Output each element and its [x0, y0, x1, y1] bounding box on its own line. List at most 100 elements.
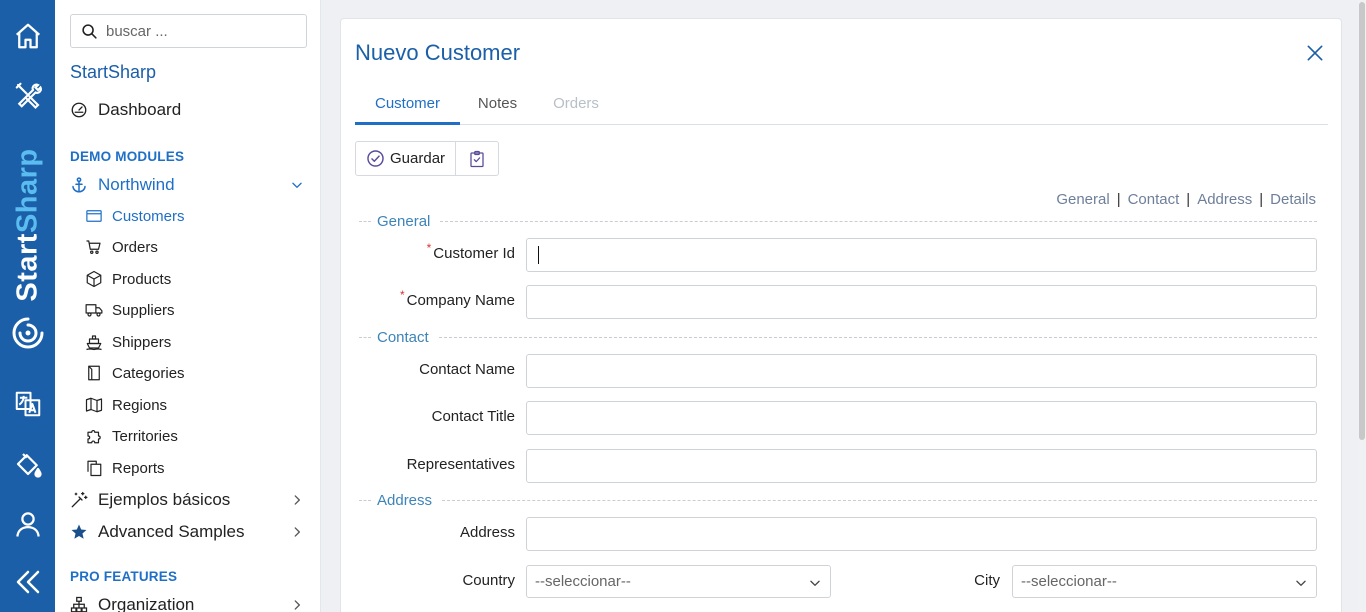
sidebar-item-products[interactable]: Products	[85, 268, 171, 290]
nav-basic-samples-label: Ejemplos básicos	[98, 490, 231, 509]
company-name-input[interactable]	[526, 285, 1317, 319]
contact-title-label: Contact Title	[431, 408, 515, 425]
category-general: General	[359, 212, 1317, 230]
icon-rail: StartSharp	[0, 0, 55, 612]
address-input[interactable]	[526, 517, 1317, 551]
country-select-value: --seleccionar--	[535, 573, 631, 590]
representatives-label: Representatives	[406, 456, 515, 473]
box-icon	[86, 270, 102, 288]
city-select-value: --seleccionar--	[1021, 573, 1117, 590]
company-name-label: * Company Name	[399, 288, 515, 309]
category-address-title: Address	[377, 491, 433, 509]
magic-wand-icon	[71, 491, 88, 508]
home-button[interactable]	[0, 16, 55, 56]
jump-contact[interactable]: Contact	[1128, 191, 1180, 208]
clipboard-check-icon	[470, 150, 484, 167]
category-address: Address	[359, 491, 1317, 509]
nav-dashboard[interactable]: Dashboard	[70, 99, 181, 121]
sidebar-item-label: Categories	[112, 364, 185, 382]
sidebar-item-customers[interactable]: Customers	[85, 205, 185, 227]
brand-sharp-text: Sharp	[11, 148, 44, 234]
nav-organization-label: Organization	[98, 595, 195, 612]
category-general-title: General	[377, 212, 431, 230]
contact-title-input[interactable]	[526, 401, 1317, 435]
map-icon	[85, 397, 103, 413]
jump-address[interactable]: Address	[1197, 191, 1252, 208]
sidebar-item-label: Customers	[112, 207, 185, 225]
sidebar-item-label: Orders	[112, 238, 158, 256]
apply-changes-button[interactable]	[456, 142, 498, 175]
user-button[interactable]	[0, 504, 55, 544]
nav-dashboard-label: Dashboard	[98, 100, 182, 119]
save-button[interactable]: Guardar	[356, 142, 457, 175]
city-select[interactable]: --seleccionar--	[1012, 565, 1317, 598]
nav-advanced-samples[interactable]: Advanced Samples	[70, 521, 306, 543]
sidebar-item-reports[interactable]: Reports	[85, 457, 165, 479]
double-chevron-left-icon	[16, 570, 39, 594]
dialog-title: Nuevo Customer	[355, 40, 521, 65]
close-icon[interactable]	[1305, 43, 1325, 63]
customer-id-label: * Customer Id	[426, 241, 515, 262]
app-name: StartSharp	[70, 62, 157, 82]
sidebar-item-label: Shippers	[112, 333, 172, 351]
tools-button[interactable]	[0, 75, 55, 115]
tools-icon	[15, 82, 42, 110]
sidebar-item-orders[interactable]: Orders	[85, 236, 158, 258]
sidebar-item-suppliers[interactable]: Suppliers	[85, 299, 175, 321]
copy-report-icon	[87, 460, 102, 477]
contact-name-input[interactable]	[526, 354, 1317, 388]
chevron-right-icon	[294, 495, 300, 505]
sidebar-item-regions[interactable]: Regions	[85, 394, 167, 416]
contact-name-label: Contact Name	[419, 361, 515, 378]
nav-northwind-label: Northwind	[98, 175, 175, 194]
country-label: Country	[462, 572, 515, 589]
star-icon	[71, 524, 87, 539]
chevron-down-icon	[292, 182, 302, 188]
nav-organization[interactable]: Organization	[70, 594, 306, 612]
page-scrollbar[interactable]	[1358, 0, 1366, 612]
representatives-input[interactable]	[526, 449, 1317, 483]
tab-orders: Orders	[553, 95, 599, 112]
user-icon	[15, 512, 40, 537]
theme-button[interactable]	[0, 444, 55, 484]
category-links: General | Contact | Address | Details	[1056, 191, 1316, 208]
folder-page-icon	[88, 365, 100, 381]
customer-id-input[interactable]	[526, 238, 1317, 272]
dialog-toolbar: Guardar	[355, 141, 500, 176]
sidebar: StartSharp Dashboard DEMO MODULES Northw…	[55, 0, 321, 612]
category-contact-title: Contact	[377, 328, 429, 346]
translate-button[interactable]	[0, 384, 55, 424]
nav-advanced-samples-label: Advanced Samples	[98, 522, 245, 541]
chevron-right-icon	[294, 527, 300, 537]
save-button-label: Guardar	[390, 150, 446, 167]
customer-dialog: Nuevo Customer Customer Notes Orders Gua…	[340, 18, 1342, 612]
sidebar-item-territories[interactable]: Territories	[85, 425, 178, 447]
jump-details[interactable]: Details	[1270, 191, 1316, 208]
sidebar-item-categories[interactable]: Categories	[85, 362, 185, 384]
org-chart-icon	[70, 596, 88, 612]
search-icon	[82, 23, 97, 39]
nav-northwind[interactable]: Northwind	[70, 174, 306, 196]
jump-general[interactable]: General	[1056, 191, 1109, 208]
section-demo-modules: DEMO MODULES	[70, 149, 185, 164]
sidebar-item-label: Regions	[112, 396, 168, 414]
tab-customer[interactable]: Customer	[355, 91, 460, 125]
collapse-button[interactable]	[0, 562, 55, 602]
search-input[interactable]	[106, 22, 296, 40]
city-label: City	[974, 572, 1000, 589]
brand-vertical: StartSharp	[10, 145, 46, 360]
truck-icon	[85, 304, 103, 317]
brand-start-text: Start	[11, 233, 44, 302]
sidebar-item-label: Reports	[112, 459, 165, 477]
nav-basic-samples[interactable]: Ejemplos básicos	[70, 489, 306, 511]
country-select[interactable]: --seleccionar--	[526, 565, 831, 598]
paint-bucket-icon	[16, 453, 42, 478]
sidebar-item-label: Suppliers	[112, 301, 175, 319]
sidebar-item-label: Territories	[112, 427, 178, 445]
sidebar-item-shippers[interactable]: Shippers	[85, 331, 171, 353]
sidebar-item-label: Products	[112, 270, 172, 288]
scrollbar-thumb[interactable]	[1359, 2, 1365, 440]
check-circle-icon	[367, 150, 384, 167]
tab-notes[interactable]: Notes	[460, 91, 535, 125]
search-box[interactable]	[70, 14, 307, 48]
